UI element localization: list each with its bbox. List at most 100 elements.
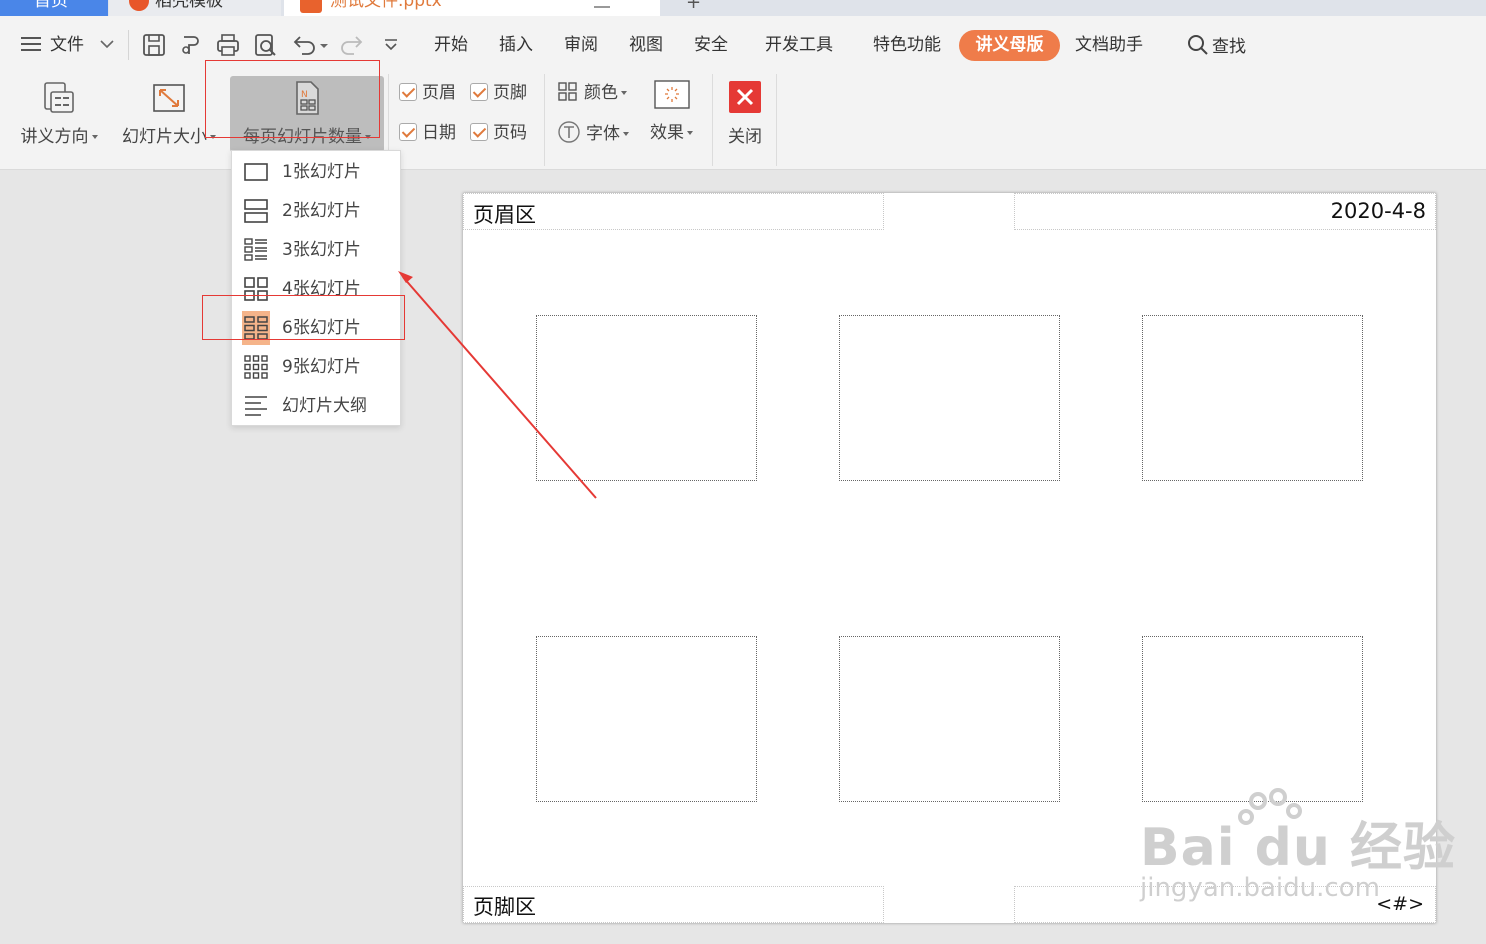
new-tab-button[interactable]: + — [686, 0, 701, 13]
divider — [776, 74, 777, 166]
tab-document-label: 测试文件.pptx — [330, 0, 442, 11]
fonts-button[interactable]: 字体 — [557, 120, 629, 146]
date-checkbox-label: 日期 — [422, 123, 456, 143]
slide-placeholder[interactable] — [1142, 636, 1363, 802]
dropdown-caret-icon — [210, 135, 216, 139]
dropdown-item-2-slides[interactable]: 2张幻灯片 — [232, 192, 400, 230]
menu-tab-doc-assistant[interactable]: 文档助手 — [1075, 34, 1143, 56]
slides-per-page-label: 每页幻灯片数量 — [243, 127, 362, 147]
pin-icon[interactable] — [594, 0, 610, 8]
divider — [712, 74, 713, 166]
checkbox-checked-icon — [470, 83, 488, 101]
dropdown-item-6-slides[interactable]: 6张幻灯片 — [232, 309, 400, 347]
font-icon — [558, 121, 580, 143]
docer-logo-icon — [129, 0, 149, 11]
two-slides-icon — [242, 198, 270, 224]
menu-tab-view[interactable]: 视图 — [629, 34, 663, 56]
page-number-text: <#> — [1376, 893, 1424, 915]
slide-placeholder[interactable] — [839, 315, 1060, 481]
divider — [544, 74, 545, 166]
print-preview-icon[interactable] — [252, 32, 278, 58]
customize-toolbar-icon[interactable] — [378, 32, 404, 58]
tab-home[interactable]: 首页 — [0, 0, 108, 16]
menu-tab-start[interactable]: 开始 — [434, 34, 468, 56]
title-tab-strip: 首页 稻壳模板 测试文件.pptx + — [0, 0, 1486, 16]
close-icon — [729, 81, 761, 113]
dropdown-caret-icon — [623, 132, 629, 136]
slide-placeholder[interactable] — [536, 315, 757, 481]
one-slide-icon — [242, 159, 270, 185]
dropdown-item-9-slides[interactable]: 9张幻灯片 — [232, 348, 400, 386]
date-checkbox[interactable]: 日期 — [399, 121, 456, 145]
file-menu[interactable]: 文件 — [20, 34, 115, 56]
dropdown-item-3-slides[interactable]: 3张幻灯片 — [232, 231, 400, 269]
header-checkbox[interactable]: 页眉 — [399, 81, 456, 105]
ribbon: 讲义方向 幻灯片大小 N 每页幻灯片数量 页眉 页脚 日期 页码 颜色 字体 效… — [0, 72, 1486, 170]
slide-placeholder[interactable] — [1142, 315, 1363, 481]
outline-icon — [242, 393, 270, 419]
menu-bar: 文件 开始 插入 审阅 视图 安全 开发工具 特色功能 讲义母版 文档助手 查找 — [0, 16, 1486, 72]
search-icon — [1188, 35, 1208, 55]
effects-label: 效果 — [650, 123, 684, 143]
tab-home-label: 首页 — [34, 0, 68, 11]
menu-tab-developer[interactable]: 开发工具 — [765, 34, 833, 56]
slides-per-page-dropdown: 1张幻灯片 2张幻灯片 3张幻灯片 4张幻灯片 6张幻灯片 9张幻灯片 幻灯片大… — [231, 150, 401, 426]
menu-tab-special[interactable]: 特色功能 — [873, 34, 941, 56]
undo-icon[interactable] — [290, 32, 332, 58]
fonts-label: 字体 — [586, 124, 620, 144]
dropdown-caret-icon — [621, 91, 627, 95]
close-master-button[interactable]: 关闭 — [718, 72, 772, 152]
menu-tab-security[interactable]: 安全 — [694, 34, 728, 56]
checkbox-checked-icon — [470, 123, 488, 141]
slide-size-label: 幻灯片大小 — [122, 127, 207, 147]
search-button[interactable]: 查找 — [1187, 34, 1246, 58]
dropdown-item-1-slide[interactable]: 1张幻灯片 — [232, 153, 400, 191]
slide-size-icon — [153, 84, 185, 112]
watermark-url: jingyan.baidu.com — [1140, 873, 1380, 903]
save-icon[interactable] — [141, 32, 167, 58]
close-master-label: 关闭 — [728, 127, 762, 147]
color-grid-icon — [558, 82, 577, 101]
dropdown-item-label: 幻灯片大纲 — [282, 396, 367, 416]
dropdown-caret-icon — [365, 135, 371, 139]
page-number-checkbox[interactable]: 页码 — [470, 121, 527, 145]
footer-text: 页脚区 — [473, 895, 536, 919]
checkbox-checked-icon — [399, 83, 417, 101]
search-label: 查找 — [1212, 37, 1246, 57]
colors-label: 颜色 — [584, 83, 618, 103]
svg-text:N: N — [301, 90, 308, 100]
header-text: 页眉区 — [473, 203, 536, 227]
hamburger-icon — [21, 37, 41, 51]
divider — [128, 30, 129, 60]
handout-orientation-button[interactable]: 讲义方向 — [8, 72, 110, 152]
dropdown-item-label: 6张幻灯片 — [282, 318, 361, 338]
three-slides-icon — [242, 237, 270, 263]
effects-button[interactable]: 效果 — [650, 120, 693, 146]
slide-placeholder[interactable] — [536, 636, 757, 802]
menu-tab-insert[interactable]: 插入 — [499, 34, 533, 56]
header-checkbox-label: 页眉 — [422, 83, 456, 103]
menu-tab-review[interactable]: 审阅 — [564, 34, 598, 56]
colors-button[interactable]: 颜色 — [557, 80, 627, 106]
slide-placeholder[interactable] — [839, 636, 1060, 802]
print-icon[interactable] — [215, 32, 241, 58]
chevron-down-icon — [100, 40, 114, 49]
dropdown-caret-icon — [91, 135, 98, 139]
slide-size-button[interactable]: 幻灯片大小 — [114, 72, 224, 152]
tab-document[interactable]: 测试文件.pptx — [284, 0, 660, 16]
watermark-brand: Bai du 经验 — [1140, 818, 1456, 878]
footer-checkbox[interactable]: 页脚 — [470, 81, 527, 105]
dropdown-caret-icon — [687, 131, 693, 135]
handout-orientation-label: 讲义方向 — [20, 127, 89, 147]
dropdown-item-label: 2张幻灯片 — [282, 201, 361, 221]
tab-template[interactable]: 稻壳模板 — [109, 0, 281, 16]
dropdown-item-4-slides[interactable]: 4张幻灯片 — [232, 270, 400, 308]
redo-icon[interactable] — [340, 32, 366, 58]
six-slides-icon — [242, 311, 270, 345]
slides-per-page-button[interactable]: N 每页幻灯片数量 — [230, 76, 384, 152]
dropdown-item-outline[interactable]: 幻灯片大纲 — [232, 387, 400, 425]
menu-tab-handout-master[interactable]: 讲义母版 — [959, 30, 1060, 61]
footer-checkbox-label: 页脚 — [493, 83, 527, 103]
effects-preview-icon[interactable] — [654, 80, 695, 112]
format-painter-icon[interactable] — [178, 32, 204, 58]
